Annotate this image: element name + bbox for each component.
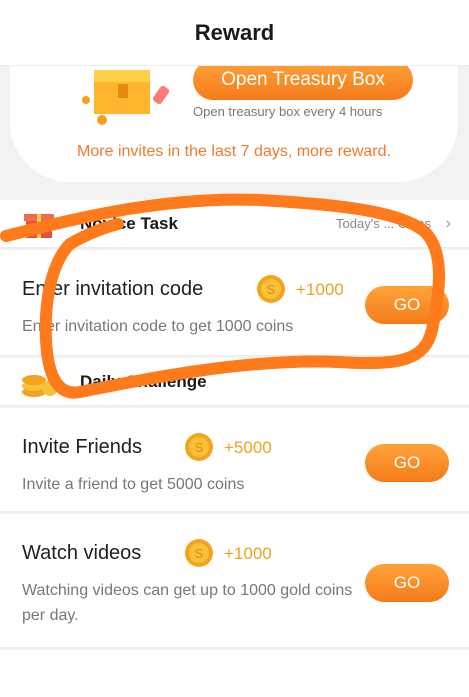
gift-icon bbox=[24, 213, 54, 238]
task-reward: +5000 bbox=[224, 438, 272, 457]
gold-coin-icon: S bbox=[185, 539, 213, 567]
svg-text:S: S bbox=[195, 440, 204, 455]
novice-task-summary: Today's ... Coins bbox=[336, 216, 431, 231]
chevron-right-icon: › bbox=[445, 214, 451, 232]
task-reward: +1000 bbox=[224, 544, 272, 563]
task-description: Enter invitation code to get 1000 coins bbox=[22, 318, 294, 335]
task-title: Watch videos bbox=[22, 542, 142, 564]
svg-text:S: S bbox=[267, 282, 276, 297]
svg-text:S: S bbox=[195, 546, 204, 561]
task-description: Invite a friend to get 5000 coins bbox=[22, 476, 245, 493]
daily-challenge-title: Daily Challenge bbox=[80, 371, 207, 391]
task-title: Invite Friends bbox=[22, 436, 143, 458]
gold-coin-icon: S bbox=[257, 275, 285, 303]
task-title: Enter invitation code bbox=[22, 278, 204, 300]
go-button[interactable]: GO bbox=[365, 286, 449, 324]
go-button[interactable]: GO bbox=[365, 444, 449, 482]
treasury-card: Open Treasury Box Open treasury box ever… bbox=[10, 58, 458, 182]
task-enter-invitation-code: Enter invitation code S +1000 Enter invi… bbox=[0, 250, 469, 356]
task-reward: +1000 bbox=[296, 280, 344, 299]
novice-task-title: Novice Task bbox=[80, 213, 178, 233]
invite-note: More invites in the last 7 days, more re… bbox=[77, 143, 391, 160]
bottom-partial-row bbox=[0, 650, 469, 697]
open-treasury-box-button[interactable]: Open Treasury Box bbox=[193, 60, 413, 100]
treasury-subtext: Open treasury box every 4 hours bbox=[193, 104, 383, 119]
novice-task-header[interactable]: Novice Task Today's ... Coins › bbox=[0, 200, 469, 248]
page-title: Reward bbox=[194, 19, 275, 45]
top-bar: Reward bbox=[0, 0, 469, 66]
gold-coin-icon: S bbox=[185, 433, 213, 461]
treasure-chest-icon bbox=[82, 70, 170, 125]
go-button[interactable]: GO bbox=[365, 564, 449, 602]
task-description: Watching videos can get up to 1000 gold … bbox=[22, 582, 353, 624]
task-invite-friends: Invite Friends S +5000 Invite a friend t… bbox=[0, 408, 469, 512]
task-watch-videos: Watch videos S +1000 Watching videos can… bbox=[0, 514, 469, 648]
daily-challenge-header: Daily Challenge bbox=[0, 358, 469, 406]
coin-stack-icon bbox=[22, 374, 58, 397]
